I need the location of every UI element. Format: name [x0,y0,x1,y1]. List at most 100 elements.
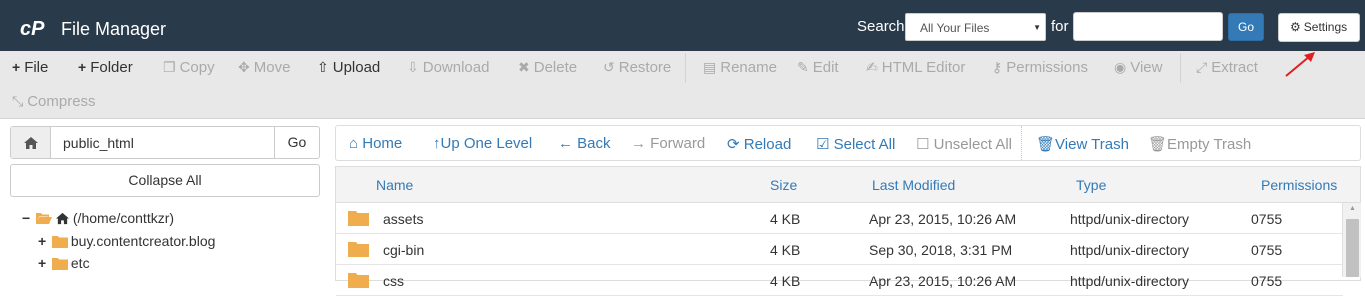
nav-forward-button[interactable]: → Forward [631,135,705,152]
view-button[interactable]: ◉ View [1114,59,1162,76]
home-icon [55,212,69,225]
eye-icon: ◉ [1114,59,1127,75]
table-row[interactable]: css 4 KB Apr 23, 2015, 10:26 AM httpd/un… [336,265,1343,296]
search-go-button[interactable]: Go [1228,13,1264,41]
html-editor-button[interactable]: ✍ HTML Editor [866,59,965,76]
new-file-label: File [24,59,49,76]
tree-item-etc[interactable]: + etc [38,255,90,271]
settings-label: Settings [1303,20,1348,34]
nav-select-all-button[interactable]: ☑ Select All [816,135,895,153]
undo-icon: ↺ [603,59,615,75]
gear-icon: ⚙ [1290,20,1301,34]
column-header-permissions[interactable]: Permissions [1261,177,1337,193]
arrow-right-icon: → [631,135,646,152]
row-name: cgi-bin [383,242,425,258]
scrollbar-thumb[interactable] [1346,219,1359,277]
row-type: httpd/unix-directory [1070,242,1190,258]
nav-home-button[interactable]: ⌂ Home [349,135,402,152]
nav-home-label: Home [362,135,403,152]
new-file-button[interactable]: + File [12,59,48,76]
new-folder-button[interactable]: + Folder [78,59,133,76]
collapse-all-button[interactable]: Collapse All [10,164,320,197]
for-label: for [1051,18,1069,35]
row-type: httpd/unix-directory [1070,211,1190,227]
search-scope-value: All Your Files [920,21,990,35]
column-header-type[interactable]: Type [1076,177,1106,193]
toolbar-divider [1180,53,1181,83]
scroll-up-icon[interactable]: ▲ [1349,205,1356,212]
move-button[interactable]: ✥ Move [238,59,290,76]
compress-label: Compress [27,93,96,110]
delete-button[interactable]: ✖ Delete [518,59,577,76]
checkbox-checked-icon: ☑ [816,136,830,153]
permissions-button[interactable]: ⚷ Permissions [992,59,1088,76]
settings-button[interactable]: ⚙ Settings [1278,13,1360,42]
folder-icon [348,211,369,226]
tree-item-buy-contentcreator[interactable]: + buy.contentcreator.blog [38,233,215,249]
rename-button[interactable]: ▤ Rename [703,59,777,76]
row-permissions: 0755 [1251,211,1283,227]
copy-button[interactable]: ❐ Copy [163,59,215,76]
tree-toggle[interactable]: + [38,255,48,271]
nav-view-trash-button[interactable]: 🗑View Trash [1036,135,1129,153]
search-label: Search [857,18,905,35]
restore-button[interactable]: ↺ Restore [603,59,671,76]
move-icon: ✥ [238,59,250,75]
copy-icon: ❐ [163,59,176,75]
search-input[interactable] [1073,12,1223,41]
folder-open-icon [35,213,52,224]
tree-toggle[interactable]: − [22,210,32,226]
column-header-size[interactable]: Size [770,177,797,193]
file-toolbar: + File + Folder ❐ Copy ✥ Move ⇧ Upload ⇩ Downl… [0,51,1365,119]
close-icon: ✖ [518,59,530,75]
annotation-arrow-icon [1285,52,1315,77]
file-table: Name Size Last Modified Type Permissions… [335,166,1361,296]
folder-icon [51,258,68,270]
row-size: 4 KB [770,211,801,227]
nav-view-trash-label: View Trash [1055,136,1129,153]
extract-label: Extract [1211,59,1258,76]
nav-up-one-level-button[interactable]: ↑Up One Level [433,135,532,152]
nav-empty-trash-button[interactable]: 🗑Empty Trash [1148,135,1251,153]
edit-button[interactable]: ✎ Edit [797,59,839,76]
permissions-label: Permissions [1006,59,1088,76]
search-scope-select[interactable]: All Your Files ▼ [905,13,1046,41]
row-modified: Apr 23, 2015, 10:26 AM [869,211,1017,227]
home-icon [23,137,38,149]
extract-button[interactable]: ⤢ Extract [1196,59,1258,76]
tree-item-label: etc [70,255,90,271]
toolbar-divider [685,53,686,83]
column-header-last-modified[interactable]: Last Modified [872,177,955,193]
restore-label: Restore [618,59,672,76]
tree-toggle[interactable]: + [38,233,48,249]
table-header: Name Size Last Modified Type Permissions [336,167,1360,203]
compress-button[interactable]: ⤡ Compress [12,93,96,110]
download-icon: ⇩ [407,59,419,75]
nav-unselect-all-button[interactable]: ☐ Unselect All [916,135,1012,153]
tree-item-label: (/home/conttkzr) [72,210,175,226]
upload-icon: ⇧ [317,59,329,75]
move-label: Move [253,59,291,76]
trash-icon: 🗑 [1148,136,1168,153]
home-path-button[interactable] [11,127,51,158]
path-go-button[interactable]: Go [274,127,319,158]
upload-label: Upload [332,59,381,76]
file-icon: ▤ [703,59,717,75]
column-header-name[interactable]: Name [376,177,413,193]
view-label: View [1130,59,1163,76]
path-input[interactable]: public_html [63,135,134,151]
nav-back-button[interactable]: ← Back [558,135,611,152]
pencil-icon: ✎ [797,59,809,75]
table-scrollbar[interactable]: ▲ [1342,203,1361,277]
download-button[interactable]: ⇩ Download [407,59,489,76]
nav-reload-button[interactable]: ⟳ Reload [727,135,791,153]
plus-icon: + [12,59,21,75]
row-size: 4 KB [770,273,801,289]
upload-button[interactable]: ⇧ Upload [317,59,380,76]
tree-item-label: buy.contentcreator.blog [70,233,216,249]
table-row[interactable]: assets 4 KB Apr 23, 2015, 10:26 AM httpd… [336,203,1343,234]
trash-icon: 🗑 [1036,136,1056,153]
table-row[interactable]: cgi-bin 4 KB Sep 30, 2018, 3:31 PM httpd… [336,234,1343,265]
nav-up-label: Up One Level [440,135,533,152]
tree-item-home[interactable]: − (/home/conttkzr) [22,210,174,226]
